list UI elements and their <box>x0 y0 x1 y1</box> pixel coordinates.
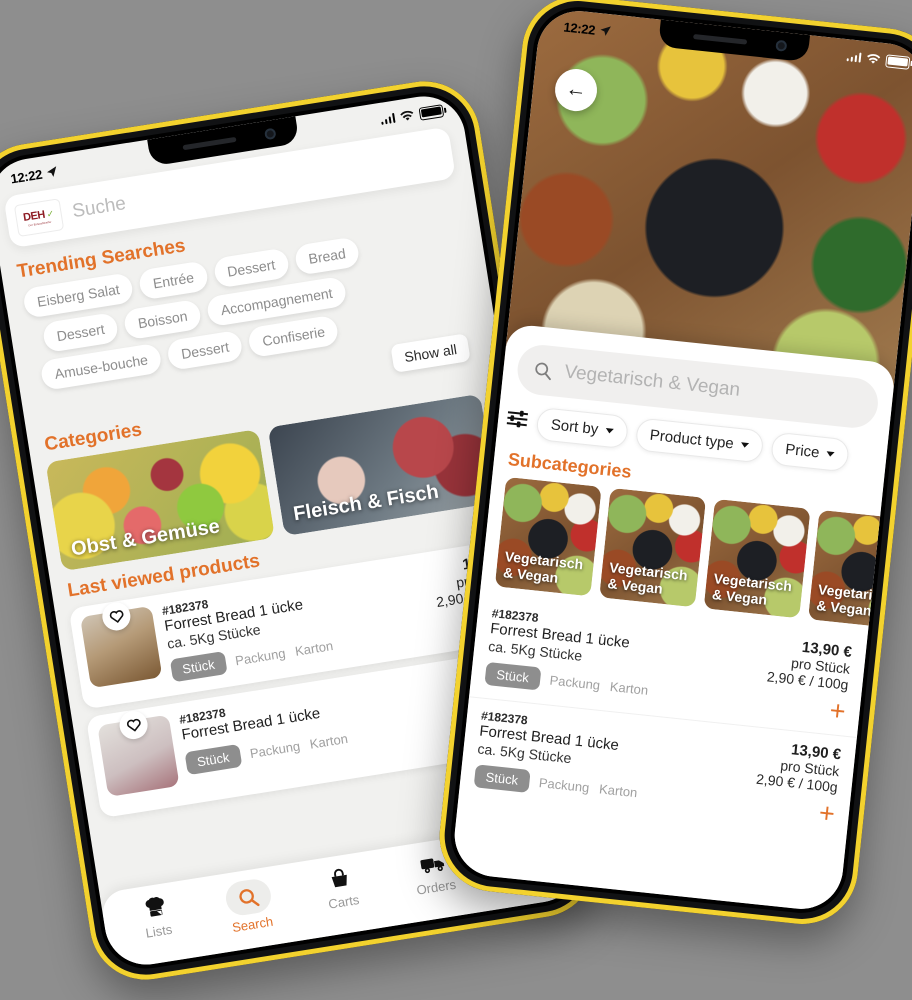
status-time: 12:22 <box>9 166 44 187</box>
battery-icon <box>418 103 445 121</box>
battery-icon <box>885 53 911 70</box>
front-camera-icon <box>775 39 788 52</box>
status-indicators <box>846 50 911 70</box>
speaker-grille <box>693 34 748 45</box>
front-camera-icon <box>263 127 277 141</box>
phone-right: 12:22 ← Vegetarisch & Vegan Sort by Prod… <box>434 0 912 930</box>
signal-bars-icon <box>380 112 396 125</box>
phone-right-bezel <box>434 0 912 930</box>
screenshot-stage: 12:22 DEH ✓ Der Einkaufshelfer Suche Tre… <box>0 0 912 1000</box>
speaker-grille <box>182 136 237 151</box>
status-indicators <box>379 103 445 127</box>
location-arrow-icon <box>46 166 56 177</box>
signal-bars-icon <box>846 51 862 63</box>
wifi-icon <box>867 53 881 64</box>
status-time-group: 12:22 <box>9 164 59 186</box>
status-time-group: 12:22 <box>563 19 612 39</box>
location-arrow-icon <box>600 26 611 36</box>
wifi-icon <box>400 110 414 120</box>
status-time: 12:22 <box>562 18 596 38</box>
